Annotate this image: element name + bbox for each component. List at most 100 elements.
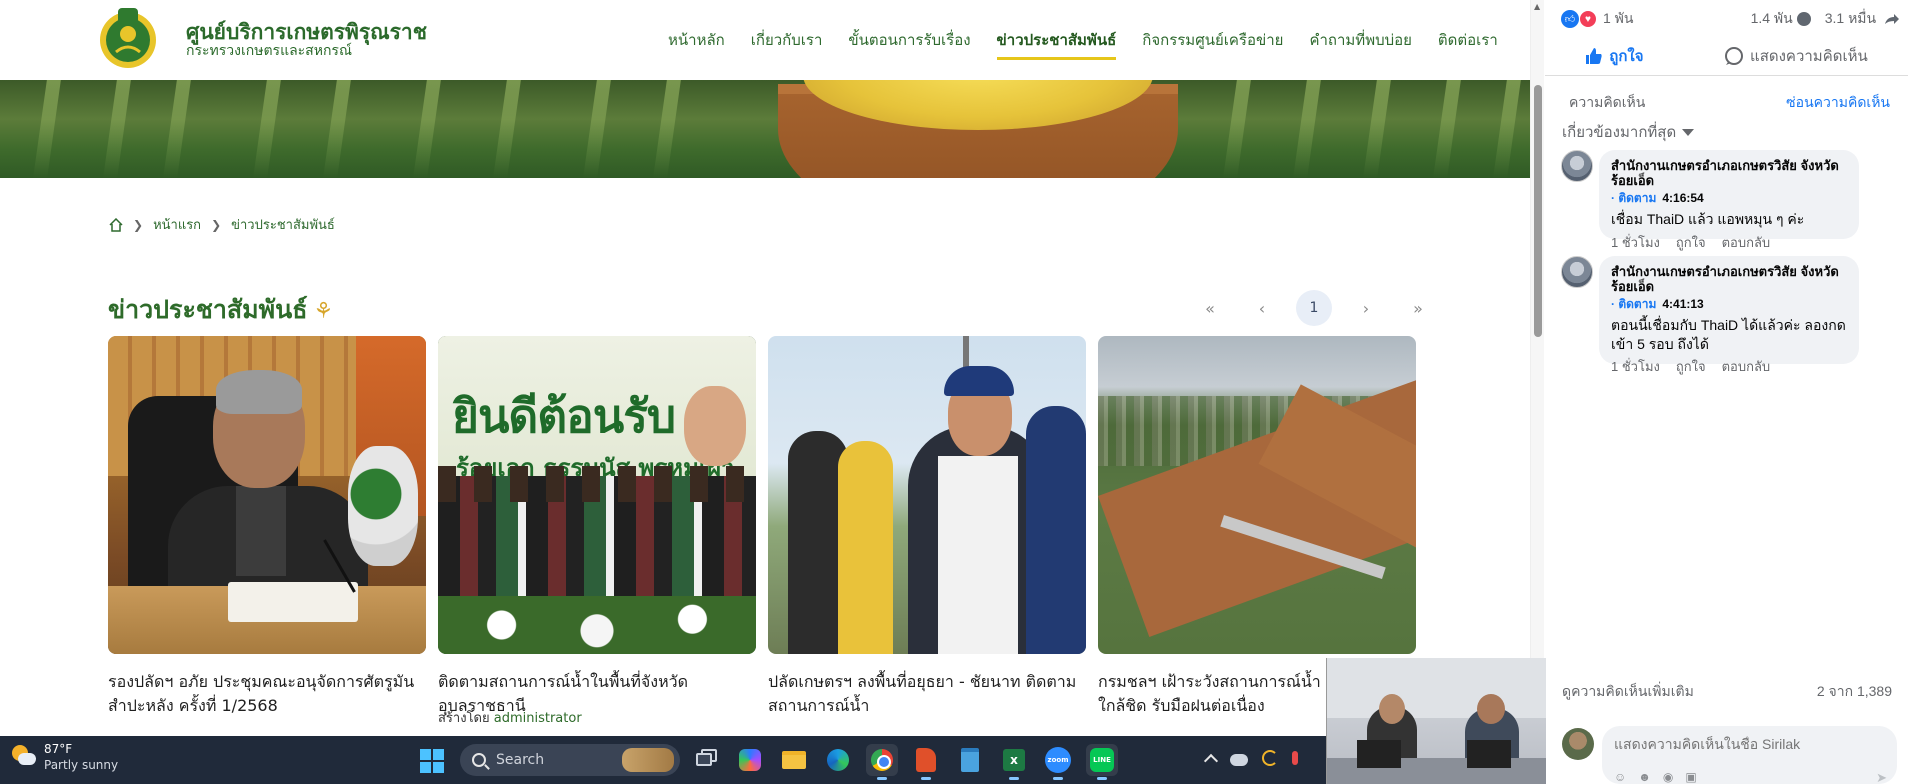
last-page-button[interactable]: »	[1400, 290, 1436, 326]
comment-reply-button[interactable]: ตอบกลับ	[1722, 356, 1771, 377]
comment-like-button[interactable]: ถูกใจ	[1676, 232, 1706, 253]
app-icon[interactable]	[910, 744, 942, 780]
scroll-up-icon[interactable]: ▲	[1534, 2, 1540, 11]
comment-text: เชื่อม ThaiD แล้ว แอพหมุน ๆ ค่ะ	[1611, 211, 1805, 227]
screen: ศูนย์บริการเกษตรพิรุณราช กระทรวงเกษตรและ…	[0, 0, 1908, 784]
commenter-name[interactable]: สำนักงานเกษตรอำเภอเกษตรวิสัย จังหวัดร้อย…	[1611, 158, 1847, 188]
edge-browser-icon[interactable]	[822, 744, 854, 776]
nav-home[interactable]: หน้าหลัก	[668, 28, 725, 60]
comment-meta: · ติดตาม 4:41:13	[1611, 295, 1847, 314]
zoom-icon[interactable]: zoom	[1042, 744, 1074, 780]
nav-news[interactable]: ข่าวประชาสัมพันธ์	[996, 28, 1117, 60]
prev-page-button[interactable]: ‹	[1244, 290, 1280, 326]
scrollbar-thumb[interactable]	[1534, 85, 1542, 337]
chevron-up-icon[interactable]	[1203, 753, 1219, 769]
onedrive-icon[interactable]	[1230, 754, 1248, 766]
partly-sunny-icon	[12, 745, 36, 769]
hide-comments-link[interactable]: ซ่อนความคิดเห็น	[1786, 92, 1890, 114]
camera-icon[interactable]: ◉	[1663, 770, 1673, 784]
weather-description: Partly sunny	[44, 758, 119, 772]
comment-timestamp: 4:16:54	[1662, 191, 1704, 205]
video-call-preview[interactable]	[1326, 658, 1546, 784]
nav-faq[interactable]: คำถามที่พบบ่อย	[1309, 28, 1411, 60]
comment-reply-button[interactable]: ตอบกลับ	[1722, 232, 1771, 253]
emoji-icon[interactable]: ☻	[1638, 770, 1651, 784]
post-actions: ถูกใจ แสดงความคิดเห็น	[1545, 36, 1908, 76]
send-icon[interactable]: ➤	[1876, 770, 1887, 784]
next-page-button[interactable]: ›	[1348, 290, 1384, 326]
line-app-icon[interactable]: LINE	[1086, 744, 1118, 780]
reaction-summary[interactable]: 👍︎ ♥ 1 พัน	[1561, 8, 1633, 30]
windows-taskbar: 87°F Partly sunny Search x zoom LINE	[0, 736, 1326, 784]
news-card-image[interactable]	[768, 336, 1086, 654]
comment-count-link[interactable]: 1.4 พัน	[1751, 8, 1811, 30]
task-view-icon[interactable]	[690, 744, 722, 776]
breadcrumb: ❯ หน้าแรก ❯ ข่าวประชาสัมพันธ์	[109, 214, 335, 235]
nav-about[interactable]: เกี่ยวกับเรา	[751, 28, 823, 60]
website-scrollbar[interactable]: ▲	[1530, 0, 1544, 736]
windows-start-button[interactable]	[420, 749, 444, 773]
nav-procedure[interactable]: ขั้นตอนการรับเรื่อง	[848, 28, 970, 60]
share-count-link[interactable]: 3.1 หมื่น	[1825, 8, 1900, 30]
sync-icon[interactable]	[1262, 750, 1278, 766]
news-card-title[interactable]: กรมชลฯ เฝ้าระวังสถานการณ์น้ำใกล้ชิด รับม…	[1098, 670, 1328, 726]
comment-age[interactable]: 1 ชั่วโมง	[1611, 232, 1660, 253]
user-avatar[interactable]	[1562, 728, 1594, 760]
comment-bubble-icon	[1725, 46, 1744, 65]
love-reaction-icon: ♥	[1579, 10, 1597, 28]
file-explorer-icon[interactable]	[778, 744, 810, 776]
brand-subtitle: กระทรวงเกษตรและสหกรณ์	[186, 43, 352, 59]
first-page-button[interactable]: «	[1192, 290, 1228, 326]
comment-age[interactable]: 1 ชั่วโมง	[1611, 356, 1660, 377]
excel-icon[interactable]: x	[998, 744, 1030, 780]
comment-icon	[1796, 12, 1811, 27]
comment-like-button[interactable]: ถูกใจ	[1676, 356, 1706, 377]
avatar[interactable]	[1561, 150, 1593, 182]
facebook-comments-panel: 👍︎ ♥ 1 พัน 1.4 พัน 3.1 หมื่น ถูกใจ แสดงค…	[1545, 0, 1908, 784]
chrome-browser-icon[interactable]	[866, 744, 898, 780]
comment-button[interactable]: แสดงความคิดเห็น	[1724, 44, 1868, 68]
weather-widget[interactable]: 87°F Partly sunny	[12, 741, 118, 773]
microphone-icon[interactable]	[1292, 751, 1298, 765]
search-label: Search	[496, 752, 545, 768]
gif-icon[interactable]: ▣	[1685, 770, 1696, 784]
pagination: « ‹ 1 › »	[1192, 290, 1436, 326]
commenter-name[interactable]: สำนักงานเกษตรอำเภอเกษตรวิสัย จังหวัดร้อย…	[1611, 264, 1847, 294]
comment-bubble: สำนักงานเกษตรอำเภอเกษตรวิสัย จังหวัดร้อย…	[1599, 150, 1859, 239]
comment-composer[interactable]: ☺ ☻ ◉ ▣ ➤	[1602, 726, 1897, 784]
comment-sort-dropdown[interactable]: เกี่ยวข้องมากที่สุด	[1562, 120, 1695, 144]
follow-link[interactable]: · ติดตาม	[1611, 297, 1656, 311]
author-name[interactable]: administrator	[494, 711, 582, 726]
home-icon[interactable]	[109, 217, 123, 232]
nav-network-activities[interactable]: กิจกรรมศูนย์เครือข่าย	[1142, 28, 1283, 60]
breadcrumb-current: ข่าวประชาสัมพันธ์	[231, 218, 335, 233]
share-icon	[1885, 14, 1899, 25]
news-card-image[interactable]	[1098, 336, 1416, 654]
ministry-logo-icon[interactable]	[98, 6, 158, 70]
nav-contact[interactable]: ติดต่อเรา	[1438, 28, 1498, 60]
website-view: ศูนย์บริการเกษตรพิรุณราช กระทรวงเกษตรและ…	[0, 0, 1530, 736]
sort-label: เกี่ยวข้องมากที่สุด	[1562, 124, 1677, 141]
follow-link[interactable]: · ติดตาม	[1611, 191, 1656, 205]
like-button[interactable]: ถูกใจ	[1585, 44, 1644, 68]
comment-range: 2 จาก 1,389	[1816, 683, 1892, 699]
view-more-comments-link[interactable]: ดูความคิดเห็นเพิ่มเติม	[1562, 681, 1694, 703]
avatar[interactable]	[1561, 256, 1593, 288]
news-card-title[interactable]: ปลัดเกษตรฯ ลงพื้นที่อยุธยา - ชัยนาท ติดต…	[768, 670, 1086, 718]
caret-down-icon	[1682, 128, 1695, 136]
search-highlight-image	[622, 748, 674, 772]
chevron-right-icon: ❯	[133, 217, 144, 232]
breadcrumb-home[interactable]: หน้าแรก	[153, 214, 201, 235]
news-card-image[interactable]: ยินดีต้อนรับ ร้อยเอก ธรรมนัส พรหมเผ่า	[438, 336, 756, 654]
news-card-image[interactable]	[108, 336, 426, 654]
comment-input[interactable]	[1614, 736, 1854, 752]
system-tray	[1203, 750, 1298, 769]
notepad-icon[interactable]	[954, 744, 986, 776]
taskbar-search[interactable]: Search	[460, 744, 680, 776]
copilot-icon[interactable]	[734, 744, 766, 776]
weather-temperature: 87°F	[44, 742, 73, 756]
news-card-title[interactable]: รองปลัดฯ อภัย ประชุมคณะอนุจัดการศัตรูมัน…	[108, 670, 426, 718]
avatar-sticker-icon[interactable]: ☺	[1614, 770, 1626, 784]
thumbs-up-icon	[1586, 47, 1602, 64]
page-1-button[interactable]: 1	[1296, 290, 1332, 326]
